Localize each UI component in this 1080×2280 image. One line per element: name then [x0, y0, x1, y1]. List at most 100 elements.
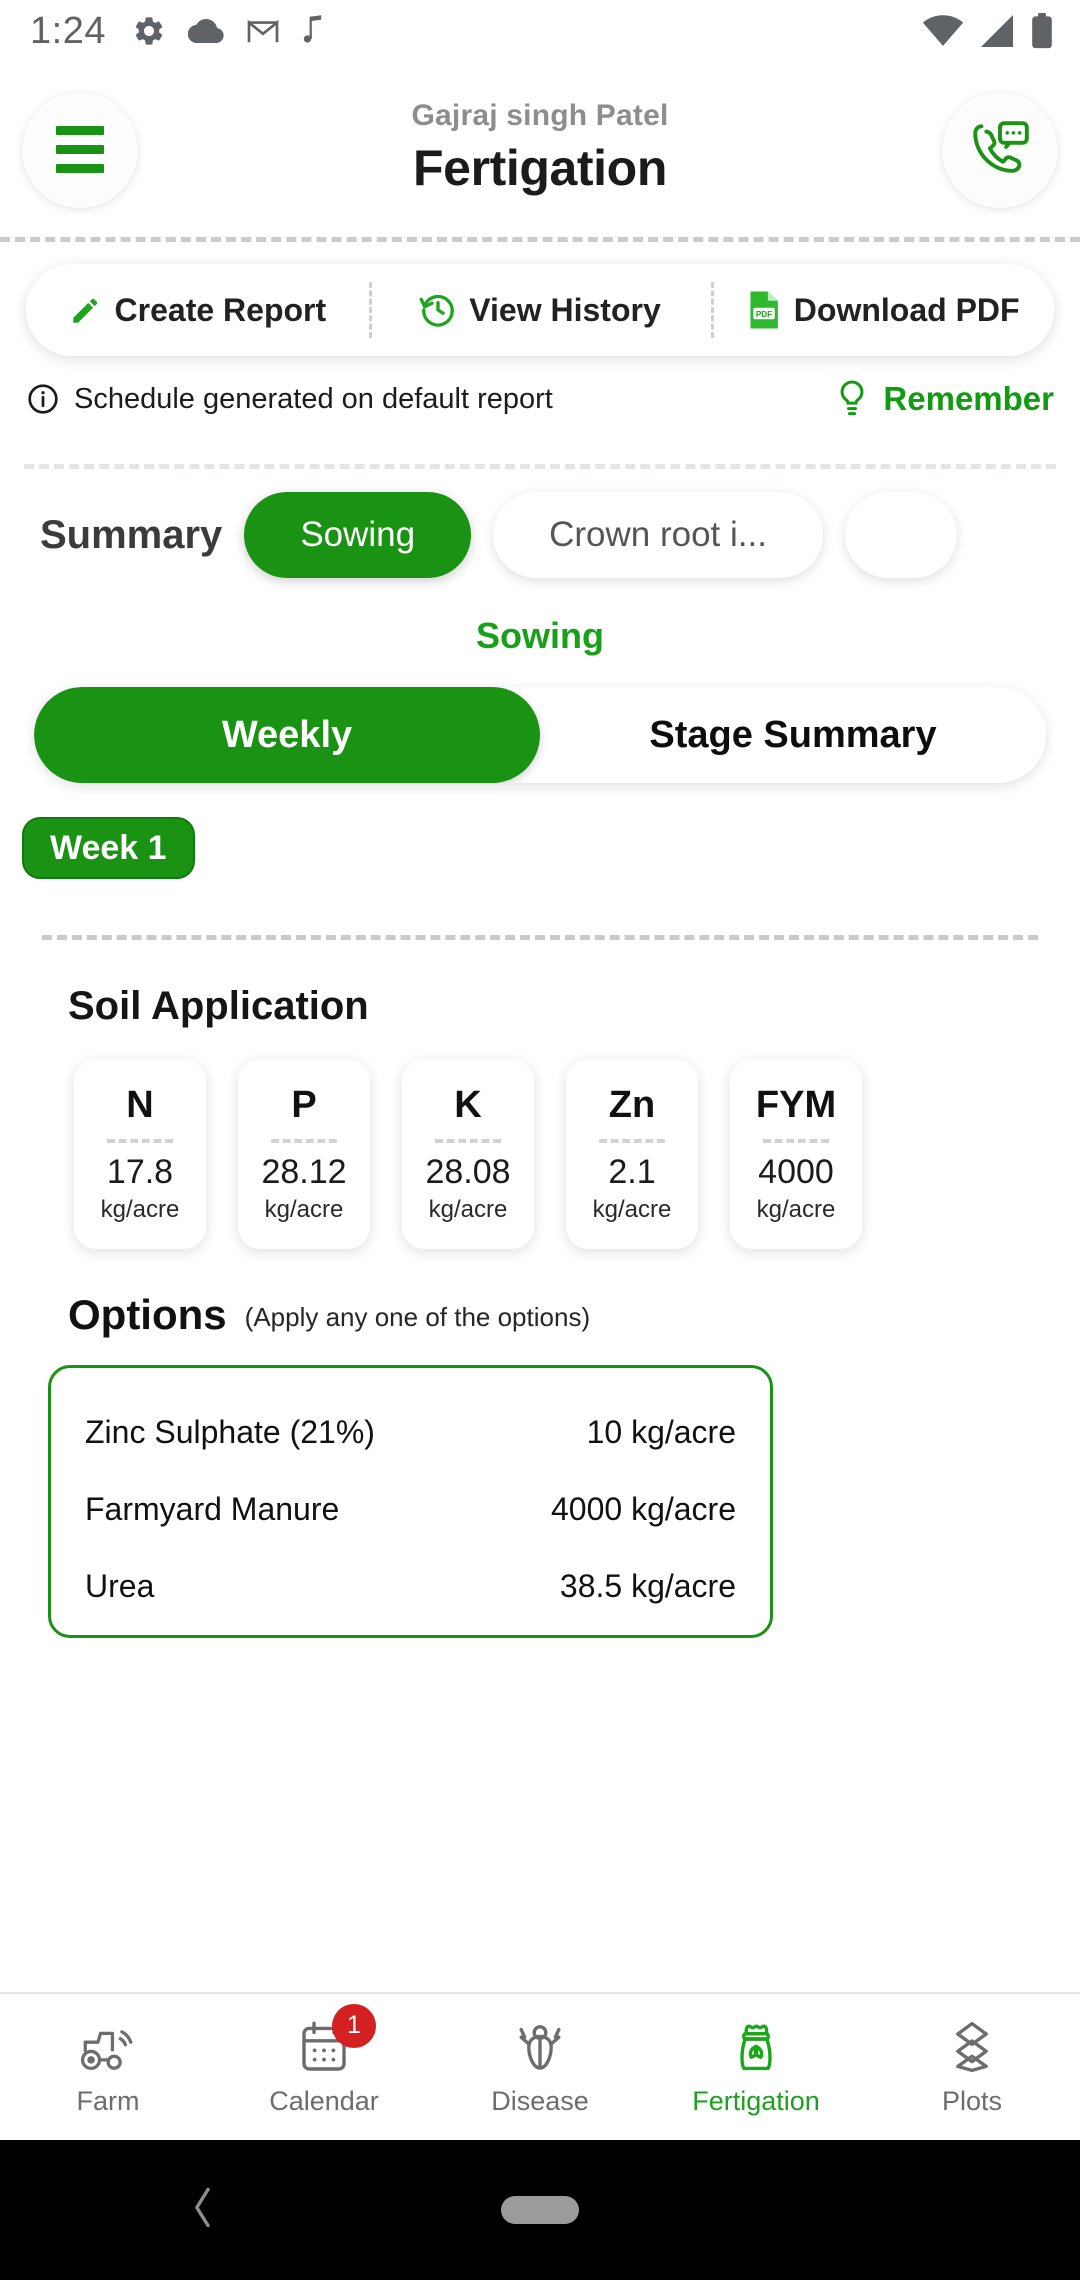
- battery-icon: [1030, 13, 1054, 49]
- nav-item-calendar[interactable]: 1 Calendar: [216, 1994, 432, 2140]
- nutrient-symbol: N: [126, 1084, 153, 1127]
- nutrient-unit: kg/acre: [101, 1196, 180, 1224]
- options-subtitle: (Apply any one of the options): [245, 1302, 590, 1339]
- nutrient-unit: kg/acre: [429, 1196, 508, 1224]
- spacer-before-divider: [0, 418, 1080, 464]
- nav-item-disease[interactable]: Disease: [432, 1994, 648, 2140]
- option-row: Farmyard Manure 4000 kg/acre: [85, 1471, 736, 1548]
- nutrient-value: 4000: [758, 1153, 834, 1192]
- view-toggle-container: Weekly Stage Summary: [0, 661, 1080, 783]
- nutrient-divider: [271, 1139, 337, 1143]
- create-report-button[interactable]: Create Report: [26, 264, 369, 356]
- week-selector-row[interactable]: Week 1: [0, 783, 1080, 879]
- current-stage-name: Sowing: [0, 601, 1080, 661]
- stage-tab-crown-root-initiation[interactable]: Crown root i...: [493, 492, 823, 578]
- toggle-weekly[interactable]: Weekly: [34, 687, 540, 783]
- hamburger-menu-icon: [56, 126, 104, 173]
- status-bar-notification-icons: [132, 14, 326, 48]
- nav-item-plots[interactable]: Plots: [864, 1994, 1080, 2140]
- schedule-note-row: Schedule generated on default report Rem…: [0, 356, 1080, 418]
- nutrient-symbol: K: [454, 1084, 481, 1127]
- menu-button[interactable]: [22, 92, 138, 208]
- nutrient-card: K 28.08 kg/acre: [402, 1059, 534, 1249]
- nutrient-card: N 17.8 kg/acre: [74, 1059, 206, 1249]
- action-bar-container: Create Report View History PDF Download …: [0, 242, 1080, 356]
- option-name: Urea: [85, 1568, 154, 1605]
- nutrient-card: FYM 4000 kg/acre: [730, 1059, 862, 1249]
- download-pdf-button[interactable]: PDF Download PDF: [711, 264, 1054, 356]
- stage-tab-sowing[interactable]: Sowing: [244, 492, 471, 578]
- cloud-icon: [188, 16, 224, 46]
- option-value: 38.5 kg/acre: [560, 1568, 736, 1605]
- soil-application-title: Soil Application: [0, 940, 1080, 1029]
- option-value: 4000 kg/acre: [551, 1491, 736, 1528]
- gear-icon: [132, 14, 166, 48]
- nav-item-farm[interactable]: Farm: [0, 1994, 216, 2140]
- option-row: Urea 38.5 kg/acre: [85, 1548, 736, 1625]
- view-toggle[interactable]: Weekly Stage Summary: [34, 687, 1046, 783]
- view-history-label: View History: [469, 292, 660, 329]
- farmer-name: Gajraj singh Patel: [411, 99, 668, 133]
- options-title: Options: [68, 1291, 227, 1339]
- nutrient-value: 2.1: [608, 1153, 655, 1192]
- nav-item-fertigation[interactable]: Fertigation: [648, 1994, 864, 2140]
- lightbulb-icon: [835, 380, 869, 418]
- nutrient-divider: [435, 1139, 501, 1143]
- schedule-note-text: Schedule generated on default report: [74, 383, 553, 416]
- report-action-bar: Create Report View History PDF Download …: [26, 264, 1054, 356]
- option-row: Zinc Sulphate (21%) 10 kg/acre: [85, 1394, 736, 1471]
- stage-tab-next[interactable]: [845, 492, 957, 578]
- nutrient-card: P 28.12 kg/acre: [238, 1059, 370, 1249]
- summary-label: Summary: [40, 513, 222, 558]
- download-pdf-label: Download PDF: [794, 292, 1020, 329]
- options-card: Zinc Sulphate (21%) 10 kg/acre Farmyard …: [48, 1365, 773, 1638]
- nutrient-unit: kg/acre: [593, 1196, 672, 1224]
- pencil-icon: [69, 293, 103, 327]
- remember-label: Remember: [883, 380, 1054, 418]
- nav-label-fertigation: Fertigation: [692, 2086, 820, 2117]
- nutrient-unit: kg/acre: [757, 1196, 836, 1224]
- nav-label-calendar: Calendar: [269, 2086, 379, 2117]
- status-bar: 1:24: [0, 0, 1080, 62]
- nutrient-value: 17.8: [107, 1153, 173, 1192]
- view-history-button[interactable]: View History: [369, 264, 712, 356]
- calendar-badge: 1: [332, 2004, 376, 2048]
- option-name: Zinc Sulphate (21%): [85, 1414, 375, 1451]
- nutrient-symbol: P: [291, 1084, 316, 1127]
- options-header: Options (Apply any one of the options): [0, 1249, 1080, 1339]
- wifi-icon: [922, 15, 964, 47]
- gmail-icon: [246, 17, 280, 45]
- nav-label-plots: Plots: [942, 2086, 1002, 2117]
- create-report-label: Create Report: [115, 292, 327, 329]
- pdf-file-icon: PDF: [746, 290, 782, 330]
- phone-chat-support-icon: [967, 117, 1033, 183]
- status-bar-clock: 1:24: [30, 10, 106, 53]
- nutrient-card: Zn 2.1 kg/acre: [566, 1059, 698, 1249]
- bottom-navigation-bar: Farm 1 Calendar: [0, 1992, 1080, 2140]
- back-chevron-icon[interactable]: [190, 2186, 216, 2235]
- nutrient-symbol: Zn: [609, 1084, 655, 1127]
- week-chip[interactable]: Week 1: [22, 817, 195, 879]
- nutrient-value: 28.08: [425, 1153, 510, 1192]
- week-divider-container: [0, 879, 1080, 940]
- nutrient-unit: kg/acre: [265, 1196, 344, 1224]
- option-name: Farmyard Manure: [85, 1491, 339, 1528]
- bug-icon: [510, 2018, 570, 2076]
- history-clock-icon: [419, 291, 457, 329]
- schedule-note: Schedule generated on default report: [26, 382, 553, 416]
- stage-tabs-row[interactable]: Summary Sowing Crown root i...: [0, 469, 1080, 601]
- home-pill-indicator[interactable]: [501, 2196, 579, 2224]
- nutrient-cards-container: N 17.8 kg/acre P 28.12 kg/acre K 28.08 k…: [0, 1029, 1080, 1249]
- tractor-icon: [78, 2018, 138, 2076]
- fertilizer-bag-icon: [726, 2018, 786, 2076]
- page-title: Fertigation: [413, 139, 667, 197]
- svg-text:PDF: PDF: [756, 310, 772, 319]
- toggle-stage-summary[interactable]: Stage Summary: [540, 687, 1046, 783]
- calendar-icon: 1: [294, 2018, 354, 2076]
- support-call-button[interactable]: [942, 92, 1058, 208]
- status-bar-system-icons: [922, 13, 1054, 49]
- nav-label-farm: Farm: [77, 2086, 140, 2117]
- nutrient-divider: [599, 1139, 665, 1143]
- remember-badge[interactable]: Remember: [835, 380, 1054, 418]
- nutrient-value: 28.12: [261, 1153, 346, 1192]
